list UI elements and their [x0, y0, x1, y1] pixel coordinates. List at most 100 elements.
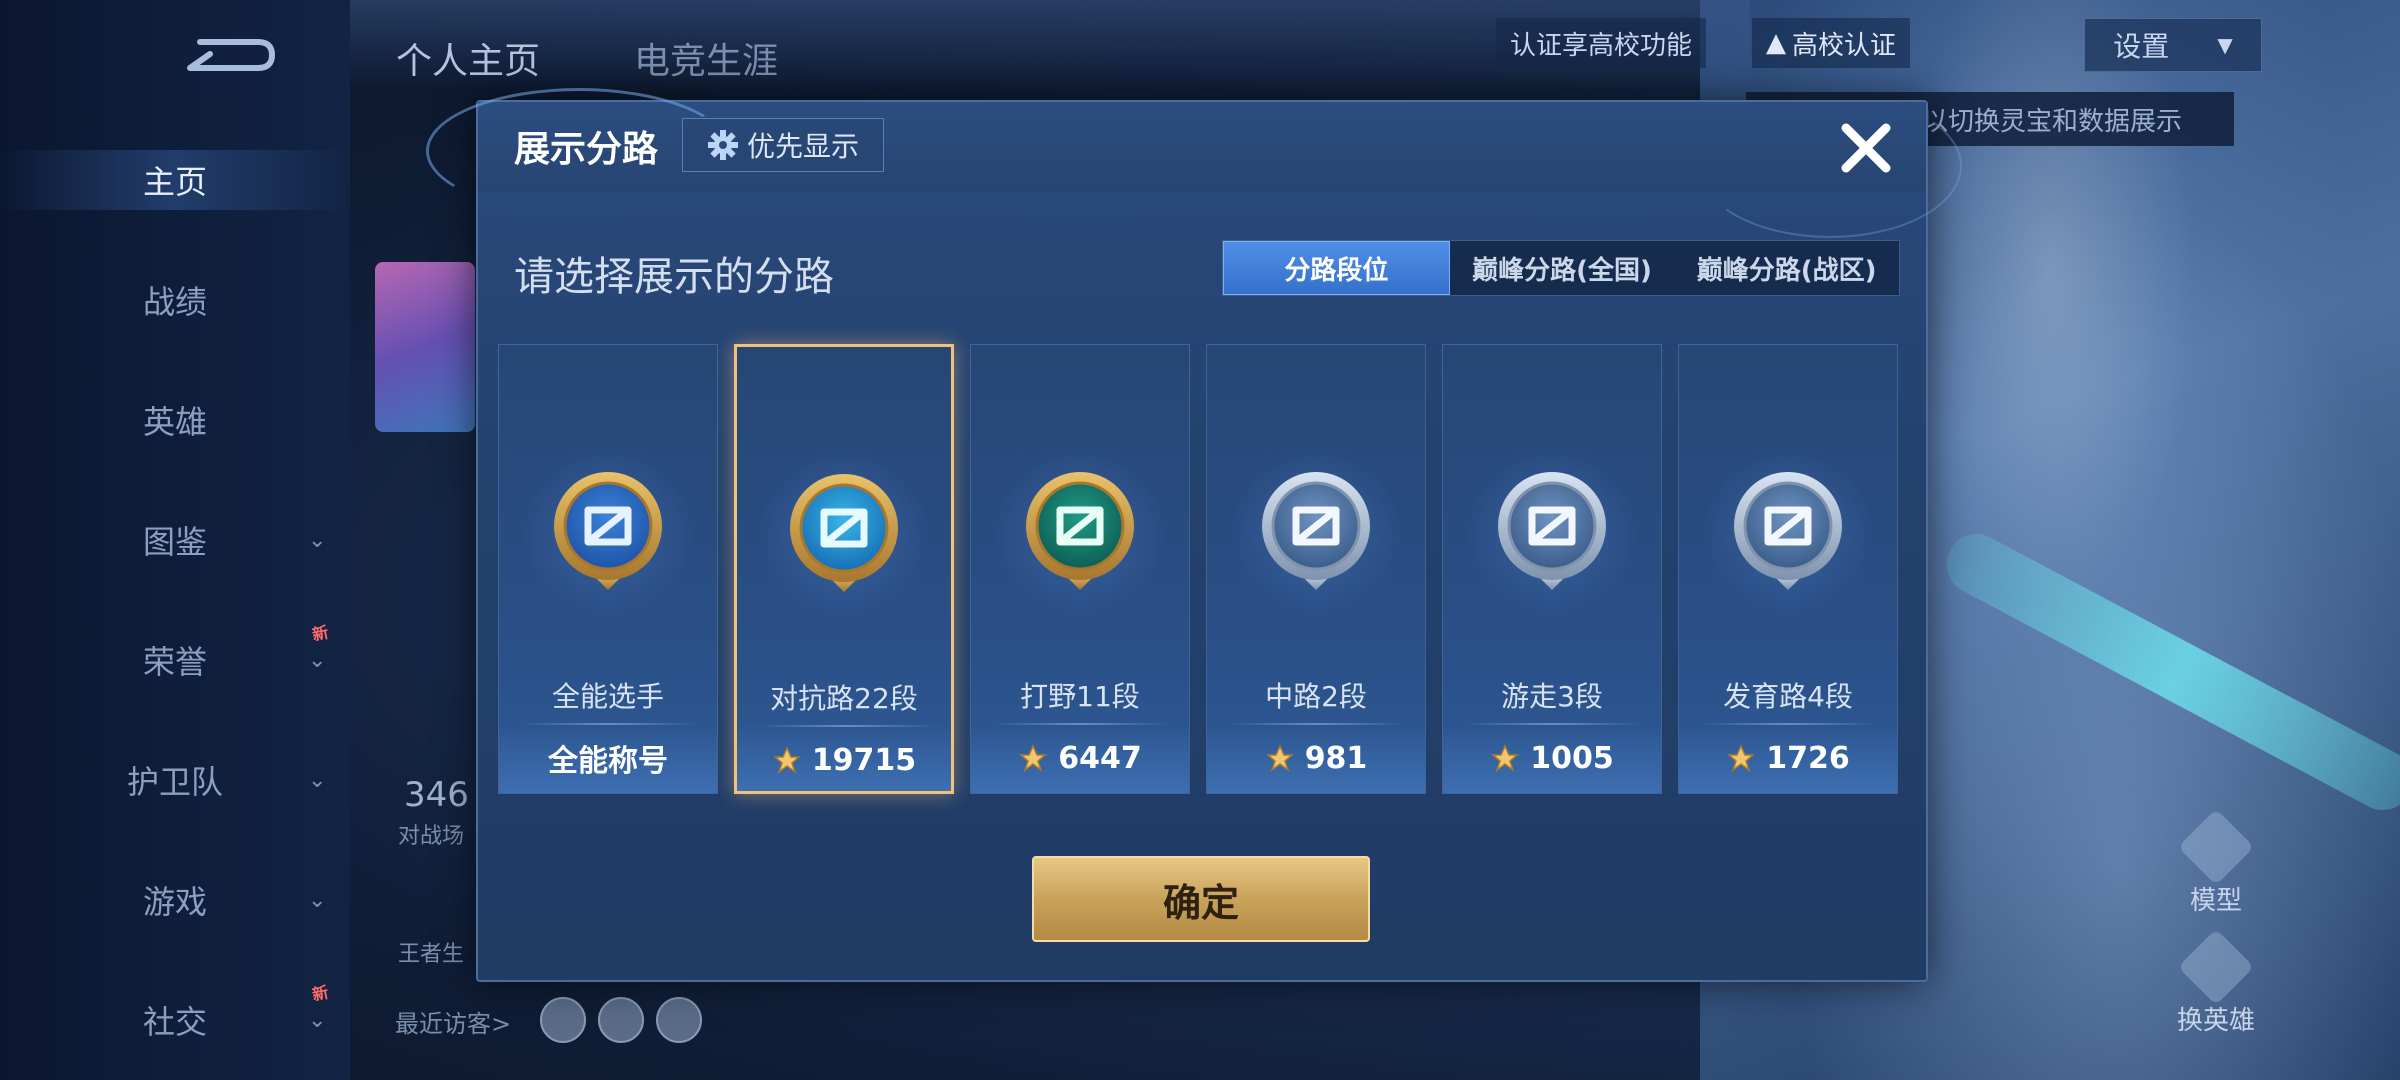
power-score-icon [772, 746, 801, 775]
lane-emblem-icon [1734, 472, 1842, 590]
chevron-down-icon: ⌄ [308, 527, 327, 553]
lane-card[interactable]: 发育路4段 1726 [1678, 344, 1898, 794]
power-score-icon [1265, 744, 1294, 773]
emblem-halo [995, 447, 1165, 617]
lane-card[interactable]: 对抗路22段 19715 [734, 344, 954, 794]
emblem-halo [1231, 447, 1401, 617]
switch-hero-label: 换英雄 [2176, 1006, 2255, 1036]
tab-lane-2[interactable]: 巅峰分路(战区) [1674, 241, 1899, 295]
chevron-down-icon: ⌄ [308, 1007, 327, 1033]
settings-button[interactable]: 设置 ▼ [2084, 18, 2262, 72]
tab-personal-home[interactable]: 个人主页 [396, 32, 540, 84]
lane-cards: 全能选手 全能称号 对抗路22段 19715 打野11段 6447 中路2段 9… [498, 344, 1904, 798]
lane-score: 981 [1207, 738, 1425, 778]
header-swirl-decoration [1698, 94, 1962, 238]
card-divider [1229, 723, 1405, 725]
gear-icon [707, 130, 738, 160]
lane-emblem-icon [1262, 472, 1370, 590]
sidebar-item[interactable]: 英雄 [0, 390, 350, 450]
lane-rank-name: 游走3段 [1501, 680, 1603, 713]
power-score-icon [1491, 744, 1520, 773]
lane-tabs: 分路段位 巅峰分路(全国) 巅峰分路(战区) [1222, 240, 1900, 296]
lane-rank-name: 发育路4段 [1723, 680, 1853, 713]
hint-text: 以切换灵宝和数据展示 [1922, 106, 2183, 137]
back-icon[interactable] [180, 30, 280, 80]
power-score-icon [1727, 744, 1756, 773]
lane-card[interactable]: 全能选手 全能称号 [498, 344, 718, 794]
tab-esports-career[interactable]: 电竞生涯 [634, 32, 778, 84]
visitor-avatar[interactable] [540, 997, 586, 1043]
lane-score: 1726 [1679, 738, 1897, 778]
card-divider [1465, 723, 1641, 725]
verify-hint: 认证享高校功能 [1496, 18, 1707, 68]
close-button[interactable] [1834, 116, 1898, 180]
avatar[interactable] [375, 262, 475, 432]
sidebar-item-label: 社交 [142, 1003, 207, 1041]
lane-card[interactable]: 打野11段 6447 [970, 344, 1190, 794]
lane-score-value: 全能称号 [548, 744, 668, 779]
settings-label: 设置 [2113, 30, 2170, 63]
sidebar-item[interactable]: 社交 ⌄ 新 [0, 983, 350, 1050]
lane-score: 全能称号 [499, 738, 717, 779]
sidebar-item[interactable]: 游戏 ⌄ [0, 870, 350, 930]
model-button[interactable]: 模型 [2166, 808, 2266, 917]
lane-score-value: 6447 [1058, 740, 1142, 776]
sidebar-item-label: 荣誉 [142, 643, 207, 681]
card-divider [759, 725, 935, 727]
lane-card[interactable]: 游走3段 1005 [1442, 344, 1662, 794]
sidebar-item[interactable]: 主页 [0, 150, 350, 210]
sidebar-item-label: 英雄 [142, 403, 207, 441]
card-divider [1701, 723, 1877, 725]
emblem-halo [523, 447, 693, 617]
lane-emblem-icon [1498, 472, 1606, 590]
sidebar-item-label: 战绩 [142, 283, 207, 321]
model-icon [2177, 808, 2255, 886]
lane-rank-name: 打野11段 [1020, 680, 1140, 713]
card-divider [521, 723, 697, 725]
sidebar-item[interactable]: 战绩 [0, 270, 350, 330]
chevron-down-icon: ⌄ [308, 887, 327, 913]
lane-emblem-icon [554, 472, 662, 590]
card-divider [993, 723, 1169, 725]
model-label: 模型 [2189, 886, 2242, 916]
chevron-down-icon: ⌄ [308, 767, 327, 793]
visitor-avatar[interactable] [598, 997, 644, 1043]
lane-emblem-icon [790, 474, 898, 592]
sidebar-item-label: 主页 [142, 163, 207, 201]
stat-value: 346 [404, 775, 469, 815]
sidebar-item-label: 游戏 [142, 883, 207, 921]
recent-visitors-link[interactable]: 最近访客> [395, 1004, 511, 1039]
power-score-icon [1019, 744, 1048, 773]
lane-score-value: 1005 [1530, 740, 1614, 776]
priority-display-button[interactable]: 优先显示 [682, 118, 884, 172]
switch-hero-icon [2177, 928, 2255, 1006]
sidebar-item[interactable]: 护卫队 ⌄ [0, 750, 350, 810]
lane-display-modal: 展示分路 优先显示 请选择展示的分路 分路段位 巅峰分路(全国) 巅峰分路(战区) [426, 88, 1962, 982]
stat-label: 对战场 [398, 824, 465, 849]
lane-score: 6447 [971, 738, 1189, 778]
sidebar-item-label: 图鉴 [142, 523, 207, 561]
tab-lane-1[interactable]: 巅峰分路(全国) [1450, 241, 1675, 295]
sidebar-item[interactable]: 图鉴 ⌄ [0, 510, 350, 570]
lane-score-value: 1726 [1766, 740, 1850, 776]
sidebar-item-label: 护卫队 [126, 763, 223, 801]
campus-verify-button[interactable]: ▲ 高校认证 [1752, 18, 1911, 68]
emblem-halo [759, 449, 929, 619]
lane-rank-name: 全能选手 [551, 680, 664, 713]
sidebar-item[interactable]: 荣誉 ⌄ 新 [0, 623, 350, 690]
lane-card[interactable]: 中路2段 981 [1206, 344, 1426, 794]
profile-label: 王者生 [398, 942, 465, 967]
chevron-down-icon: ▼ [2217, 33, 2233, 57]
switch-hero-button[interactable]: 换英雄 [2166, 928, 2266, 1037]
chevron-down-icon: ⌄ [308, 647, 327, 673]
visitor-avatar[interactable] [656, 997, 702, 1043]
modal-subtitle: 请选择展示的分路 [514, 254, 834, 300]
priority-display-label: 优先显示 [746, 130, 859, 163]
lane-score: 19715 [737, 740, 951, 780]
emblem-halo [1467, 447, 1637, 617]
tab-lane-0[interactable]: 分路段位 [1223, 241, 1450, 295]
lane-rank-name: 中路2段 [1265, 680, 1367, 713]
close-icon [1841, 123, 1891, 173]
campus-verify-label: 高校认证 [1792, 30, 1897, 61]
confirm-button[interactable]: 确定 [1032, 856, 1370, 942]
